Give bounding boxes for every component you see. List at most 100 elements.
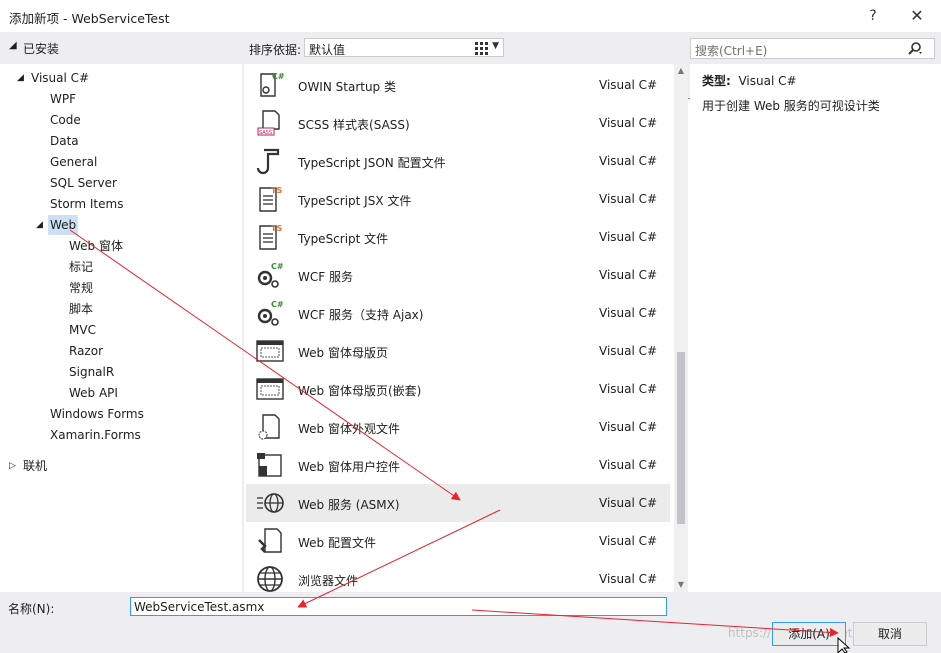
sort-label: 排序依据: (249, 43, 302, 57)
tree-node-xamarin-forms[interactable]: Xamarin.Forms (50, 425, 141, 445)
template-language: Visual C# (599, 420, 658, 434)
template-name: WCF 服务（支持 Ajax) (298, 308, 424, 322)
user-control-icon (255, 450, 285, 480)
template-name: TypeScript 文件 (298, 232, 389, 246)
template-language: Visual C# (599, 268, 658, 282)
tree-node-storm-items[interactable]: Storm Items (50, 194, 123, 214)
template-row[interactable]: TypeScript JSON 配置文件 Visual C# (246, 142, 670, 180)
ts-file-icon: TS (255, 222, 285, 252)
expand-arrow-icon[interactable]: ▷ (9, 456, 16, 476)
expand-arrow-icon[interactable]: ◢ (17, 68, 24, 88)
template-name: TypeScript JSON 配置文件 (298, 156, 446, 170)
tree-node-mvc[interactable]: MVC (69, 320, 96, 340)
skin-file-icon (255, 412, 285, 442)
tree-node-general-web[interactable]: 常规 (69, 278, 93, 298)
list-scrollbar[interactable]: ▲ ▼ (674, 64, 688, 592)
description: 用于创建 Web 服务的可视设计类 (702, 99, 880, 113)
template-language: Visual C# (599, 572, 658, 586)
config-file-icon (255, 526, 285, 556)
wcf-service-icon: C# (255, 298, 285, 328)
tree-node-general[interactable]: General (50, 152, 97, 172)
template-row[interactable]: SASS SCSS 样式表(SASS) Visual C# (246, 104, 670, 142)
type-value: Visual C# (738, 74, 797, 88)
type-label: 类型: (702, 74, 731, 88)
json-config-icon (255, 146, 285, 176)
wcf-service-icon: C# (255, 260, 285, 290)
add-button[interactable]: 添加(A) (772, 622, 846, 646)
title-bar: 添加新项 - WebServiceTest ? ✕ (0, 0, 941, 32)
expand-arrow-icon[interactable]: ◢ (36, 215, 43, 235)
name-label: 名称(N): (8, 602, 55, 616)
tree-node-windows-forms[interactable]: Windows Forms (50, 404, 144, 424)
tree-node-web-forms[interactable]: Web 窗体 (69, 236, 123, 256)
template-language: Visual C# (599, 382, 658, 396)
scrollbar-thumb[interactable] (677, 352, 685, 524)
tree-node-markup[interactable]: 标记 (69, 257, 93, 277)
template-name: SCSS 样式表(SASS) (298, 118, 410, 132)
cancel-button[interactable]: 取消 (853, 622, 927, 646)
template-language: Visual C# (599, 496, 658, 510)
scroll-down-icon[interactable]: ▼ (674, 580, 688, 589)
tree-node-razor[interactable]: Razor (69, 341, 103, 361)
template-row[interactable]: C# OWIN Startup 类 Visual C# (246, 66, 670, 104)
collapse-arrow-icon[interactable]: ◢ (9, 40, 17, 51)
template-language: Visual C# (599, 192, 658, 206)
list-toolbar: 排序依据: 默认值 ▼ (242, 34, 938, 626)
grid-view-icon[interactable] (471, 38, 491, 58)
template-name: Web 服务 (ASMX) (298, 498, 400, 512)
details-pane: 类型: Visual C# 用于创建 Web 服务的可视设计类 (690, 64, 941, 592)
tree-node-web[interactable]: ◢ Web (36, 215, 79, 235)
search-input[interactable]: 搜索(Ctrl+E) (690, 38, 935, 59)
tree-node-script[interactable]: 脚本 (69, 299, 93, 319)
template-name: Web 窗体外观文件 (298, 422, 400, 436)
template-language: Visual C# (599, 78, 658, 92)
template-name: WCF 服务 (298, 270, 353, 284)
tree-node-code[interactable]: Code (50, 110, 81, 130)
installed-header[interactable]: ◢ 已安装 (0, 34, 242, 62)
template-name: Web 窗体母版页 (298, 346, 388, 360)
template-row[interactable]: TS TypeScript JSX 文件 Visual C# (246, 180, 670, 218)
template-name: Web 窗体用户控件 (298, 460, 400, 474)
template-row[interactable]: 浏览器文件 Visual C# (246, 560, 670, 592)
template-language: Visual C# (599, 344, 658, 358)
search-icon[interactable] (907, 41, 923, 57)
template-name: Web 窗体母版页(嵌套) (298, 384, 422, 398)
tree-node-signalr[interactable]: SignalR (69, 362, 114, 382)
scroll-up-icon[interactable]: ▲ (674, 66, 688, 75)
template-row[interactable]: Web 窗体外观文件 Visual C# (246, 408, 670, 446)
template-list: C# OWIN Startup 类 Visual C# SASS SCSS 样式表(SA… (244, 64, 688, 592)
tree-node-wpf[interactable]: WPF (50, 89, 76, 109)
chevron-down-icon: ▼ (492, 41, 499, 51)
template-row[interactable]: Web 窗体母版页 Visual C# (246, 332, 670, 370)
master-page-icon (255, 374, 285, 404)
name-field[interactable] (130, 597, 667, 616)
master-page-icon (255, 336, 285, 366)
template-language: Visual C# (599, 306, 658, 320)
installed-label: 已安装 (23, 42, 60, 56)
type-line: 类型: Visual C# (702, 72, 797, 89)
template-name: Web 配置文件 (298, 536, 376, 550)
tree-node-data[interactable]: Data (50, 131, 79, 151)
template-name: 浏览器文件 (298, 574, 359, 588)
tree-node-sql-server[interactable]: SQL Server (50, 173, 117, 193)
category-tree: ◢ Visual C# WPF Code Data General SQL Se… (0, 64, 242, 592)
svg-text:C#: C# (272, 72, 285, 81)
svg-text:TS: TS (271, 186, 282, 195)
tree-node-web-api[interactable]: Web API (69, 383, 118, 403)
template-language: Visual C# (599, 154, 658, 168)
template-row[interactable]: Web 窗体母版页(嵌套) Visual C# (246, 370, 670, 408)
close-button[interactable]: ✕ (900, 4, 934, 28)
template-language: Visual C# (599, 534, 658, 548)
scss-file-icon: SASS (255, 108, 285, 138)
svg-text:TS: TS (271, 224, 282, 233)
tree-node-visual-csharp[interactable]: ◢ Visual C# (17, 68, 89, 88)
template-row[interactable]: C# WCF 服务（支持 Ajax) Visual C# (246, 294, 670, 332)
help-button[interactable]: ? (856, 4, 890, 28)
template-row[interactable]: Web 配置文件 Visual C# (246, 522, 670, 560)
template-row[interactable]: TS TypeScript 文件 Visual C# (246, 218, 670, 256)
web-service-globe-icon (255, 488, 285, 518)
template-row[interactable]: Web 服务 (ASMX) Visual C# (246, 484, 670, 522)
template-row[interactable]: Web 窗体用户控件 Visual C# (246, 446, 670, 484)
template-language: Visual C# (599, 458, 658, 472)
template-row[interactable]: C# WCF 服务 Visual C# (246, 256, 670, 294)
